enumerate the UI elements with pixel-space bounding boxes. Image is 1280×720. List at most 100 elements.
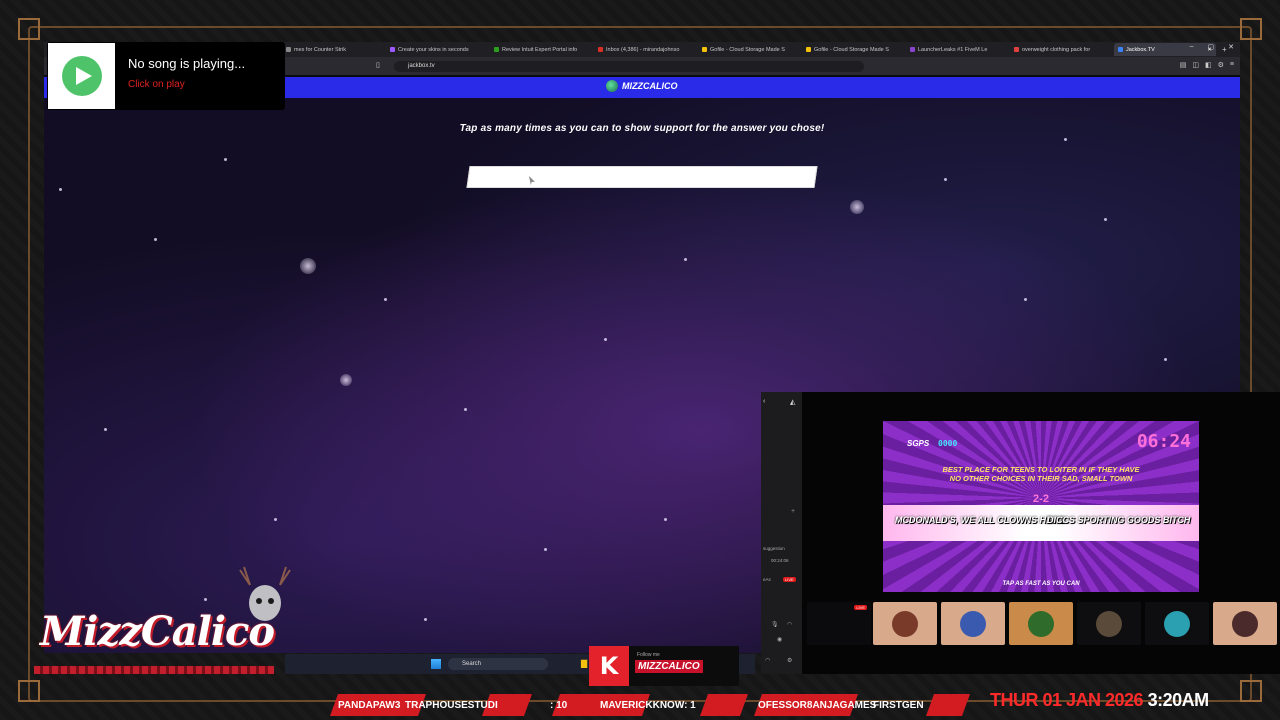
answer-a: MCDONALD'S, WE ALL CLOWNS HERE: [895, 515, 1065, 525]
ticker-item: MAVERICKKNOW: 1: [600, 700, 696, 711]
toolbar-icons: ▤ ◫ ◧ ⚙ ≡: [1180, 61, 1234, 69]
camera-icon[interactable]: ◉: [777, 636, 782, 643]
frame-corner: [1240, 18, 1262, 40]
headset-icon[interactable]: ◠: [765, 657, 770, 664]
browser-tab[interactable]: Gofile - Cloud Storage Made S: [802, 43, 904, 56]
vote-tally: 2-2: [1033, 493, 1049, 505]
window-controls: – ▢ ✕: [1190, 43, 1234, 51]
bookmark-icon[interactable]: ▯: [376, 61, 380, 69]
tap-support-button[interactable]: [466, 166, 818, 188]
star: [1104, 218, 1107, 221]
kick-channel-name: MIZZCALICO: [635, 660, 703, 673]
maximize-icon[interactable]: ▢: [1208, 43, 1215, 51]
tab-label: overweight clothing pack for: [1022, 46, 1091, 53]
taskbar-search[interactable]: Search: [448, 658, 548, 670]
star: [224, 158, 227, 161]
settings-icon[interactable]: ⚙: [1218, 61, 1224, 69]
logo-gem-icon: [606, 80, 618, 92]
player-avatar: [1213, 602, 1277, 645]
split-view-icon[interactable]: ◫: [1192, 61, 1199, 69]
song-title: No song is playing...: [128, 56, 246, 71]
browser-tab[interactable]: Inbox (4,386) - mirandajohnso: [594, 43, 696, 56]
minimize-icon[interactable]: –: [1190, 43, 1194, 51]
star: [604, 338, 607, 341]
star: [204, 598, 207, 601]
browser-tab[interactable]: mes for Counter Strik: [282, 43, 384, 56]
stream-side-panel: ◭ ‹ + suggestion 00:24:06 eAs LIVE 🎙 ◠ ◉…: [761, 392, 802, 674]
sound-icon[interactable]: ◭: [790, 398, 795, 406]
kick-logo-icon: K: [589, 646, 629, 686]
ticker-item: TRAPHOUSESTUDI: [405, 700, 498, 711]
favicon-icon: [598, 47, 603, 52]
star: [154, 238, 157, 241]
date-time-display: THUR 01 JAN 2026 3:20AM: [990, 690, 1209, 711]
menu-icon[interactable]: ≡: [1230, 61, 1234, 69]
browser-tab[interactable]: Gofile - Cloud Storage Made S: [698, 43, 800, 56]
tab-label: Jackbox.TV: [1126, 46, 1155, 53]
favicon-icon: [1118, 47, 1123, 52]
tab-label: Review Intuit Expert Portal info: [502, 46, 578, 53]
star: [104, 428, 107, 431]
frame-corner: [18, 18, 40, 40]
favicon-icon: [1014, 47, 1019, 52]
tap-fast-text: TAP AS FAST AS YOU CAN: [1002, 581, 1080, 587]
avatar: [1232, 610, 1258, 637]
close-window-icon[interactable]: ✕: [1228, 43, 1234, 51]
browser-tab[interactable]: overweight clothing pack for: [1010, 43, 1112, 56]
side-panel-timer: 00:24:06: [771, 558, 789, 563]
star: [464, 408, 467, 411]
site-header: MIZZCALICO: [284, 77, 1240, 98]
extensions-icon[interactable]: ◧: [1205, 61, 1212, 69]
browser-tab[interactable]: Review Intuit Expert Portal info: [490, 43, 592, 56]
tap-prompt: Tap as many times as you can to show sup…: [459, 123, 825, 134]
side-panel-text: suggestion: [763, 546, 785, 551]
question-line: NO OTHER CHOICES IN THEIR SAD, SMALL TOW…: [949, 474, 1133, 483]
answer-b: DICCS SPORTING GOODS BITCH: [1047, 515, 1191, 525]
score-label: SGPS: [907, 439, 930, 448]
settings-gear-icon[interactable]: ⚙: [787, 657, 792, 664]
browser-tab[interactable]: Create your skins in seconds: [386, 43, 488, 56]
chevron-left-icon[interactable]: ‹: [763, 398, 765, 405]
favicon-icon: [390, 47, 395, 52]
avatar: [1096, 610, 1122, 637]
date-text: THUR 01 JAN 2026: [990, 690, 1144, 710]
follow-label: Follow me: [637, 652, 660, 658]
click-on-play-link[interactable]: Click on play: [128, 79, 185, 90]
game-capture-overlay: ◭ ‹ + suggestion 00:24:06 eAs LIVE 🎙 ◠ ◉…: [761, 392, 1280, 674]
folder-icon[interactable]: ▇: [581, 659, 587, 668]
mic-icon[interactable]: 🎙: [771, 621, 779, 628]
star: [384, 298, 387, 301]
tab-label: Create your skins in seconds: [398, 46, 469, 53]
browser-tab[interactable]: LauncherLeaks #1 FiveM Le: [906, 43, 1008, 56]
frame-corner: [1240, 680, 1262, 702]
avatar: [892, 610, 918, 637]
star: [944, 178, 947, 181]
live-badge: LIVE: [783, 577, 796, 582]
question-line: BEST PLACE FOR TEENS TO LOITER IN IF THE…: [942, 465, 1140, 474]
avatar: [1164, 610, 1190, 637]
headphones-icon[interactable]: ◠: [787, 621, 792, 628]
logo-text: MIZZCALICO: [622, 81, 678, 91]
avatar: [960, 610, 986, 637]
frame-corner: [18, 680, 40, 702]
kick-follow-badge: K Follow me MIZZCALICO: [589, 646, 739, 686]
bottom-ticker: PANDAPAW3 TRAPHOUSESTUDI : 10 MAVERICKKN…: [320, 694, 971, 716]
star: [850, 200, 864, 214]
sidebar-icon[interactable]: ▤: [1180, 61, 1187, 69]
time-text: 3:20AM: [1147, 690, 1210, 710]
favicon-icon: [286, 47, 291, 52]
windows-start-icon[interactable]: [431, 659, 441, 669]
favicon-icon: [494, 47, 499, 52]
star: [544, 548, 547, 551]
url-field[interactable]: jackbox.tv: [394, 61, 864, 72]
star: [59, 188, 62, 191]
player-avatar: [1077, 602, 1141, 645]
brand-wordmark: MizzCalico: [40, 608, 275, 655]
ticker-item: FIRSTGEN: [873, 700, 924, 711]
add-icon[interactable]: +: [791, 508, 795, 515]
game-question: BEST PLACE FOR TEENS TO LOITER IN IF THE…: [883, 465, 1199, 483]
tab-label: LauncherLeaks #1 FiveM Le: [918, 46, 988, 53]
now-playing-widget[interactable]: No song is playing... Click on play: [47, 42, 285, 110]
site-logo: MIZZCALICO: [606, 80, 678, 92]
search-placeholder: Search: [462, 661, 482, 667]
